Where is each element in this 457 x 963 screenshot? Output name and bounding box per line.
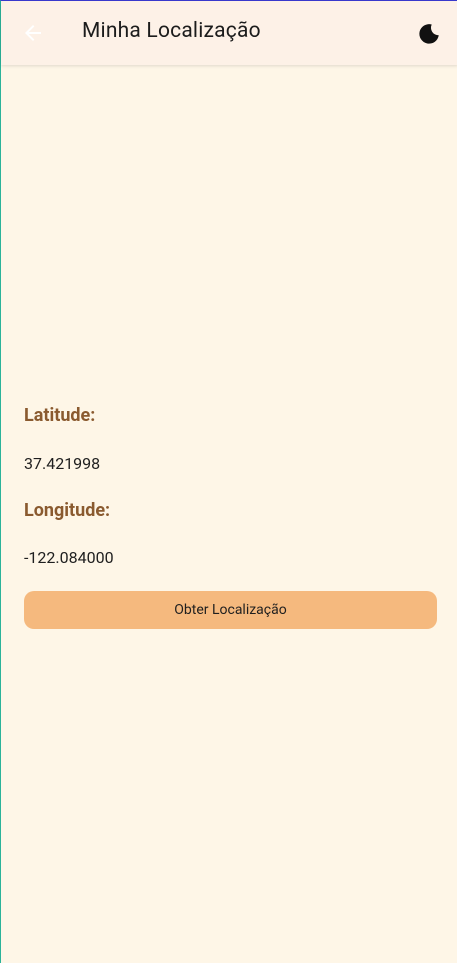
latitude-label: Latitude: — [24, 405, 96, 426]
longitude-value: -122.084000 — [24, 548, 114, 567]
longitude-label: Longitude: — [24, 500, 111, 521]
get-location-button[interactable]: Obter Localização — [24, 591, 437, 629]
page-title: Minha Localização — [82, 19, 261, 43]
arrow-left-icon[interactable] — [21, 21, 45, 45]
get-location-button-label: Obter Localização — [174, 602, 287, 618]
latitude-value: 37.421998 — [24, 454, 101, 473]
screen: Minha Localização Latitude: 37.421998 Lo… — [0, 0, 457, 963]
app-bar: Minha Localização — [1, 1, 457, 65]
moon-icon[interactable] — [416, 21, 442, 47]
